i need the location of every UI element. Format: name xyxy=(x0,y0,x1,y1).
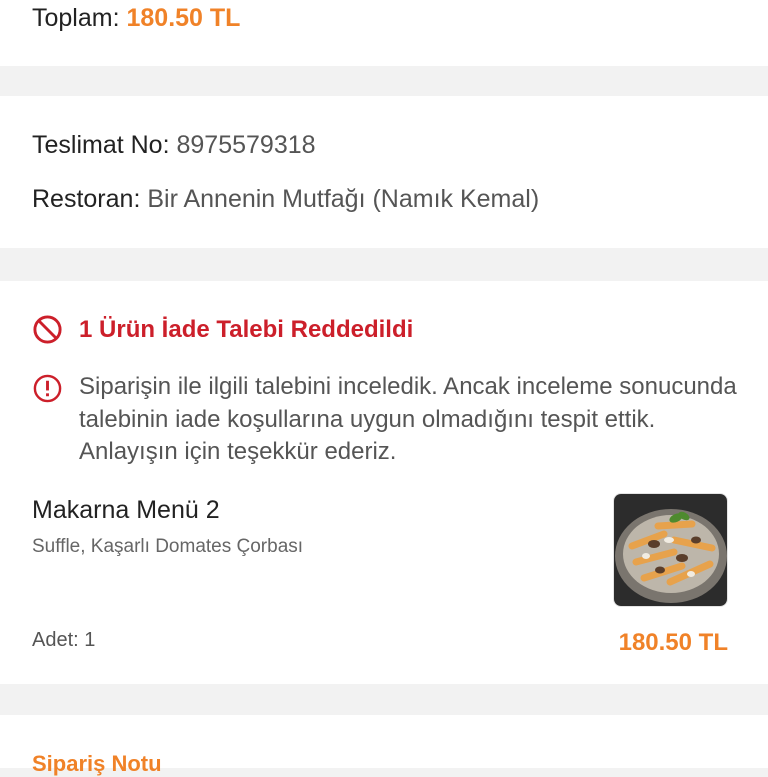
refund-status: 1 Ürün İade Talebi Reddedildi xyxy=(32,314,413,345)
total-card: Toplam: 180.50 TL xyxy=(0,0,768,66)
product-image xyxy=(613,493,728,607)
product-description: Suffle, Kaşarlı Domates Çorbası xyxy=(32,536,304,557)
total-row: Toplam: 180.50 TL xyxy=(32,4,240,33)
order-note-card: Sipariş Notu xyxy=(0,715,768,776)
refund-info: Siparişin ile ilgili talebini inceledik.… xyxy=(32,371,752,469)
product-name: Makarna Menü 2 xyxy=(32,496,220,524)
pasta-dish-image xyxy=(614,494,727,606)
refund-title: 1 Ürün İade Talebi Reddedildi xyxy=(79,315,414,343)
total-value: 180.50 TL xyxy=(126,4,241,32)
delivery-number-label: Teslimat No: xyxy=(32,131,170,159)
delivery-number-value: 8975579318 xyxy=(176,131,316,159)
product-quantity: Adet: 1 xyxy=(32,629,96,651)
prohibited-icon xyxy=(33,315,62,344)
refund-card: 1 Ürün İade Talebi Reddedildi Siparişin … xyxy=(0,281,768,684)
info-icon xyxy=(33,374,62,403)
restaurant-value: Bir Annenin Mutfağı (Namık Kemal) xyxy=(147,185,540,213)
restaurant-row: Restoran: Bir Annenin Mutfağı (Namık Kem… xyxy=(32,185,539,214)
delivery-number-row: Teslimat No: 8975579318 xyxy=(32,131,316,160)
refund-message: Siparişin ile ilgili talebini inceledik.… xyxy=(79,373,737,465)
restaurant-label: Restoran: xyxy=(32,185,141,213)
product-price: 180.50 TL xyxy=(618,629,728,656)
order-note-title: Sipariş Notu xyxy=(32,751,162,776)
delivery-card: Teslimat No: 8975579318 Restoran: Bir An… xyxy=(0,96,768,248)
total-label: Toplam: xyxy=(32,4,120,32)
